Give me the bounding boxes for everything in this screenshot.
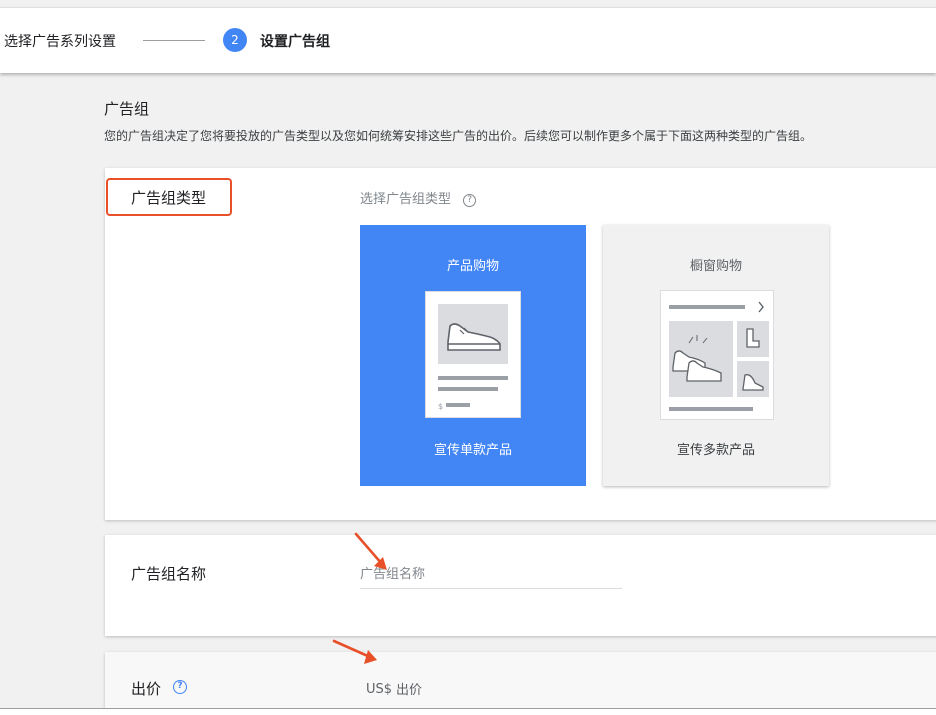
option-title: 产品购物 bbox=[446, 259, 499, 274]
bid-input[interactable] bbox=[396, 679, 616, 701]
single-product-illustration-icon: $ bbox=[425, 291, 521, 418]
step-campaign-settings[interactable]: 选择广告系列设置 bbox=[4, 31, 116, 51]
option-product-shopping[interactable]: 产品购物 $ 宣传单款产品 bbox=[360, 225, 586, 486]
section-title: 广告组 bbox=[104, 100, 150, 118]
highlight-box bbox=[106, 178, 232, 216]
showcase-svg bbox=[669, 301, 769, 411]
annotation-arrow-icon bbox=[332, 639, 377, 664]
step-ad-group-settings: 设置广告组 bbox=[260, 34, 330, 50]
campaign-stepper: 选择广告系列设置 2 设置广告组 bbox=[0, 7, 936, 73]
page-frame: 选择广告系列设置 2 设置广告组 广告组 您的广告组决定了您将要投放的广告类型以… bbox=[0, 0, 936, 709]
option-showcase-shopping[interactable]: 橱窗购物 宣传多款产品 bbox=[603, 225, 829, 486]
step-number-badge: 2 bbox=[223, 28, 247, 52]
svg-text:$: $ bbox=[438, 402, 443, 411]
annotation-arrow-icon bbox=[354, 532, 387, 570]
currency-prefix: US$ bbox=[366, 682, 393, 697]
option-title: 橱窗购物 bbox=[689, 259, 742, 274]
step-connector bbox=[143, 40, 205, 41]
single-product-svg: $ bbox=[438, 304, 508, 411]
type-hint-text: 选择广告组类型 bbox=[360, 192, 452, 207]
option-subtitle: 宣传多款产品 bbox=[676, 443, 755, 458]
help-icon[interactable]: ? bbox=[463, 194, 477, 207]
showcase-illustration-icon bbox=[660, 290, 774, 420]
bid-label: 出价 bbox=[131, 680, 162, 698]
option-subtitle: 宣传单款产品 bbox=[433, 443, 512, 458]
help-icon[interactable]: ? bbox=[173, 680, 187, 694]
ad-group-name-input[interactable] bbox=[360, 564, 622, 589]
ad-group-name-label: 广告组名称 bbox=[131, 565, 207, 583]
type-hint: 选择广告组类型 ? bbox=[360, 188, 477, 207]
section-description: 您的广告组决定了您将要投放的广告类型以及您如何统筹安排这些广告的出价。后续您可以… bbox=[104, 129, 813, 143]
